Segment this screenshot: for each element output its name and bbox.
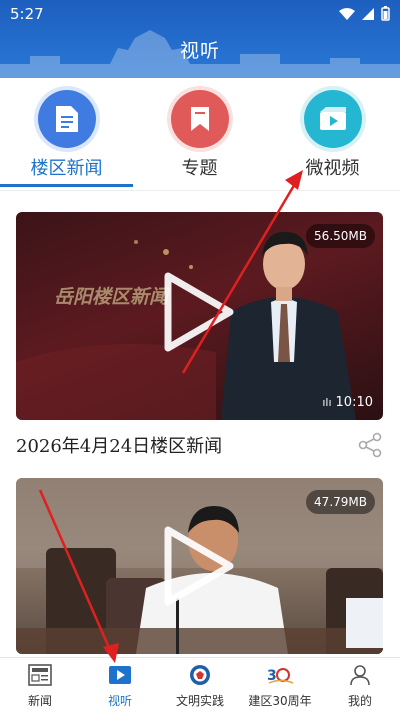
nav-item-anniversary[interactable]: 3 建区30周年 [240,658,320,711]
status-icons [339,6,390,21]
anniversary-30-icon: 3 [267,668,294,684]
video-title[interactable]: 2026年4月24日楼区新闻 [16,432,383,458]
header: 5:27 视听 [0,0,400,78]
battery-icon [381,6,390,21]
video-card[interactable]: 47.79MB [16,478,383,654]
video-thumbnail[interactable]: 岳阳楼区新闻 56.50MB ılı 10:10 [16,212,383,420]
app-screen: 5:27 视听 楼区新闻 专题 微视频 岳阳楼区新闻 56.50MB ılı 1… [0,0,400,711]
nav-item-civilization[interactable]: 文明实践 [160,658,240,711]
play-icon[interactable] [164,526,234,606]
status-bar: 5:27 [0,0,400,28]
tab-local-news[interactable]: 楼区新闻 [0,88,133,184]
video-thumbnail[interactable]: 47.79MB [16,478,383,654]
play-icon[interactable] [164,272,234,352]
video-duration: ılı 10:10 [322,395,373,410]
nav-label: 我的 [347,694,372,708]
file-size-badge: 47.79MB [306,490,375,514]
tab-label: 微视频 [305,158,360,179]
nav-label: 新闻 [27,694,52,708]
file-size-badge: 56.50MB [306,224,375,248]
nav-label: 建区30周年 [248,694,312,708]
civilization-logo-icon [190,665,210,685]
share-icon[interactable] [357,432,383,458]
signal-icon [362,7,374,20]
tab-label: 楼区新闻 [30,158,103,179]
nav-item-audiovisual[interactable]: 视听 [80,658,160,711]
active-tab-indicator [0,184,133,187]
video-icon [303,90,362,148]
video-overlay-text: 岳阳楼区新闻 [54,286,169,308]
tab-topics[interactable]: 专题 [133,88,266,184]
page-title: 视听 [179,40,220,62]
play-square-icon [109,666,131,684]
duration-text: 10:10 [335,395,373,410]
video-card[interactable]: 岳阳楼区新闻 56.50MB ılı 10:10 2026年4月24日楼区新闻 [16,212,383,458]
status-time: 5:27 [10,5,44,23]
newspaper-icon [28,664,52,686]
divider [0,190,400,191]
document-icon [37,90,96,148]
bookmark-icon [170,90,229,148]
nav-label: 文明实践 [175,694,224,708]
category-tabs: 楼区新闻 专题 微视频 [0,78,400,188]
user-icon [350,665,370,686]
nav-item-profile[interactable]: 我的 [320,658,400,711]
bottom-nav: 新闻 视听 文明实践 3 建区30周年 我的 [0,657,400,711]
bars-icon: ılı [322,396,332,409]
nav-item-news[interactable]: 新闻 [0,658,80,711]
tab-label: 专题 [181,158,218,179]
tab-micro-video[interactable]: 微视频 [266,88,399,184]
nav-label: 视听 [107,694,132,708]
wifi-icon [339,7,355,20]
